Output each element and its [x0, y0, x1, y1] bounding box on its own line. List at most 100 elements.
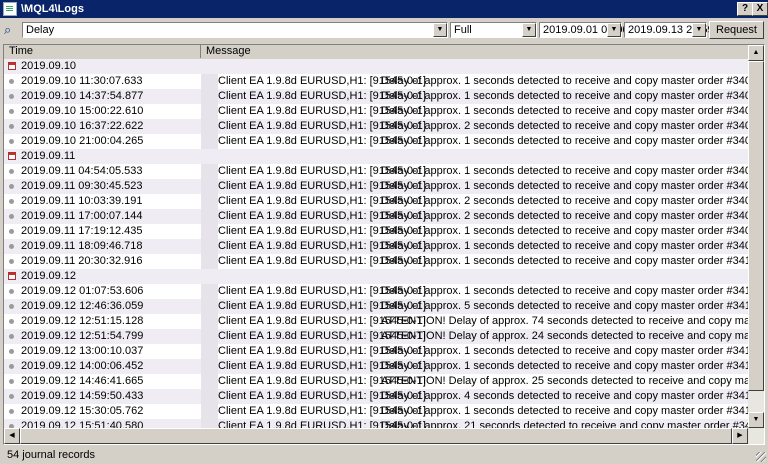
table-row[interactable]: 2019.09.11 17:00:07.144 Client EA 1.9.8d …: [4, 209, 764, 224]
table-row[interactable]: 2019.09.12 14:00:06.452 Client EA 1.9.8d …: [4, 359, 764, 374]
log-entry-icon: [9, 349, 14, 354]
time-cell: 2019.09.12: [21, 270, 77, 282]
level-select[interactable]: Full ▼: [450, 22, 537, 38]
table-row[interactable]: 2019.09.12 12:46:36.059 Client EA 1.9.8d …: [4, 299, 764, 314]
table-row[interactable]: 2019.09.10 11:30:07.633 Client EA 1.9.8d …: [4, 74, 764, 89]
table-row[interactable]: 2019.09.11 20:30:32.916 Client EA 1.9.8d …: [4, 254, 764, 269]
calendar-icon: [8, 272, 16, 280]
resize-grip-icon[interactable]: [756, 452, 766, 462]
date-group-row[interactable]: 2019.09.12: [4, 269, 749, 284]
message-cell: Delay of approx. 1 seconds detected to r…: [381, 180, 765, 192]
table-row[interactable]: 2019.09.12 15:30:05.762 Client EA 1.9.8d …: [4, 404, 764, 419]
message-gutter: [201, 209, 218, 224]
message-cell: Delay of approx. 1 seconds detected to r…: [381, 240, 765, 252]
message-gutter: [201, 74, 218, 89]
time-cell: 2019.09.10 15:00:22.610: [21, 105, 144, 117]
time-cell: 2019.09.10 14:37:54.877: [21, 90, 144, 102]
vertical-scrollbar[interactable]: ▲ ▼: [748, 45, 764, 428]
filter-input[interactable]: [23, 23, 437, 37]
table-row[interactable]: 2019.09.10 15:00:22.610 Client EA 1.9.8d …: [4, 104, 764, 119]
log-entry-icon: [9, 139, 14, 144]
column-header-time[interactable]: Time: [4, 45, 201, 58]
level-value: Full: [454, 24, 472, 36]
message-gutter: [201, 254, 218, 269]
message-gutter: [201, 329, 218, 344]
message-gutter: [201, 404, 218, 419]
message-gutter: [201, 374, 218, 389]
log-entry-icon: [9, 229, 14, 234]
message-gutter: [201, 89, 218, 104]
time-cell: 2019.09.12 14:00:06.452: [21, 360, 144, 372]
log-entry-icon: [9, 259, 14, 264]
table-row[interactable]: 2019.09.12 14:46:41.665 Client EA 1.9.8d …: [4, 374, 764, 389]
vertical-scroll-thumb[interactable]: [748, 61, 764, 391]
log-entry-icon: [9, 79, 14, 84]
message-gutter: [201, 179, 218, 194]
table-row[interactable]: 2019.09.10 14:37:54.877 Client EA 1.9.8d …: [4, 89, 764, 104]
log-entry-icon: [9, 184, 14, 189]
close-button[interactable]: X: [752, 2, 768, 16]
table-row[interactable]: 2019.09.12 12:51:54.799 Client EA 1.9.8d …: [4, 329, 764, 344]
date-from-picker[interactable]: 2019.09.01 00:00 ▼: [539, 22, 629, 38]
message-gutter: [201, 239, 218, 254]
message-gutter: [201, 104, 218, 119]
horizontal-scroll-thumb[interactable]: [20, 428, 732, 444]
filter-combobox[interactable]: ▼: [22, 22, 448, 38]
scroll-up-arrow[interactable]: ▲: [748, 45, 764, 61]
message-cell: Delay of approx. 1 seconds detected to r…: [381, 135, 765, 147]
table-row[interactable]: 2019.09.11 09:30:45.523 Client EA 1.9.8d …: [4, 179, 764, 194]
log-entry-icon: [9, 304, 14, 309]
table-row[interactable]: 2019.09.12 14:59:50.433 Client EA 1.9.8d …: [4, 389, 764, 404]
date-from-dropdown-button[interactable]: ▼: [607, 23, 621, 37]
message-cell: Delay of approx. 2 seconds detected to r…: [381, 120, 765, 132]
message-gutter: [201, 119, 218, 134]
request-button[interactable]: Request: [709, 21, 764, 39]
table-row[interactable]: 2019.09.12 12:51:15.128 Client EA 1.9.8d …: [4, 314, 764, 329]
log-entry-icon: [9, 409, 14, 414]
message-cell: Delay of approx. 1 seconds detected to r…: [381, 165, 765, 177]
date-group-row[interactable]: 2019.09.10: [4, 59, 749, 74]
title-bar: \MQL4\Logs ? X: [0, 0, 768, 18]
column-header-message[interactable]: Message: [201, 45, 749, 58]
message-gutter: [201, 284, 218, 299]
date-to-dropdown-button[interactable]: ▼: [692, 23, 706, 37]
table-row[interactable]: 2019.09.11 17:19:12.435 Client EA 1.9.8d …: [4, 224, 764, 239]
table-row[interactable]: 2019.09.12 13:00:10.037 Client EA 1.9.8d …: [4, 344, 764, 359]
date-to-picker[interactable]: 2019.09.13 23:59 ▼: [624, 22, 714, 38]
time-cell: 2019.09.10 21:00:04.265: [21, 135, 144, 147]
table-row[interactable]: 2019.09.10 16:37:22.622 Client EA 1.9.8d …: [4, 119, 764, 134]
message-cell: Delay of approx. 2 seconds detected to r…: [381, 210, 765, 222]
time-cell: 2019.09.11: [21, 150, 76, 162]
horizontal-scrollbar[interactable]: ◀ ▶: [4, 428, 764, 444]
time-cell: 2019.09.12 15:30:05.762: [21, 405, 144, 417]
table-row[interactable]: 2019.09.11 18:09:46.718 Client EA 1.9.8d …: [4, 239, 764, 254]
log-entry-icon: [9, 124, 14, 129]
help-button[interactable]: ?: [737, 2, 753, 16]
calendar-icon: [8, 152, 16, 160]
time-cell: 2019.09.10: [21, 60, 77, 72]
log-entry-icon: [9, 364, 14, 369]
log-entry-icon: [9, 289, 14, 294]
scroll-down-arrow[interactable]: ▼: [748, 412, 764, 428]
message-gutter: [201, 194, 218, 209]
level-dropdown-button[interactable]: ▼: [522, 23, 536, 37]
time-cell: 2019.09.11 20:30:32.916: [21, 255, 143, 267]
message-cell: ATTENTION! Delay of approx. 25 seconds d…: [381, 375, 764, 387]
filter-dropdown-button[interactable]: ▼: [433, 23, 447, 37]
message-cell: Delay of approx. 1 seconds detected to r…: [381, 360, 765, 372]
log-entry-icon: [9, 214, 14, 219]
table-row[interactable]: 2019.09.10 21:00:04.265 Client EA 1.9.8d …: [4, 134, 764, 149]
time-cell: 2019.09.11 09:30:45.523: [21, 180, 143, 192]
table-row[interactable]: 2019.09.11 04:54:05.533 Client EA 1.9.8d …: [4, 164, 764, 179]
window-title: \MQL4\Logs: [21, 3, 84, 15]
table-header: Time Message: [4, 45, 749, 60]
scroll-right-arrow[interactable]: ▶: [732, 428, 748, 444]
time-cell: 2019.09.11 10:03:39.191: [21, 195, 143, 207]
time-cell: 2019.09.11 04:54:05.533: [21, 165, 143, 177]
scroll-left-arrow[interactable]: ◀: [4, 428, 20, 444]
table-row[interactable]: 2019.09.12 01:07:53.606 Client EA 1.9.8d …: [4, 284, 764, 299]
message-gutter: [201, 224, 218, 239]
message-cell: ATTENTION! Delay of approx. 74 seconds d…: [381, 315, 764, 327]
table-row[interactable]: 2019.09.11 10:03:39.191 Client EA 1.9.8d …: [4, 194, 764, 209]
date-group-row[interactable]: 2019.09.11: [4, 149, 749, 164]
